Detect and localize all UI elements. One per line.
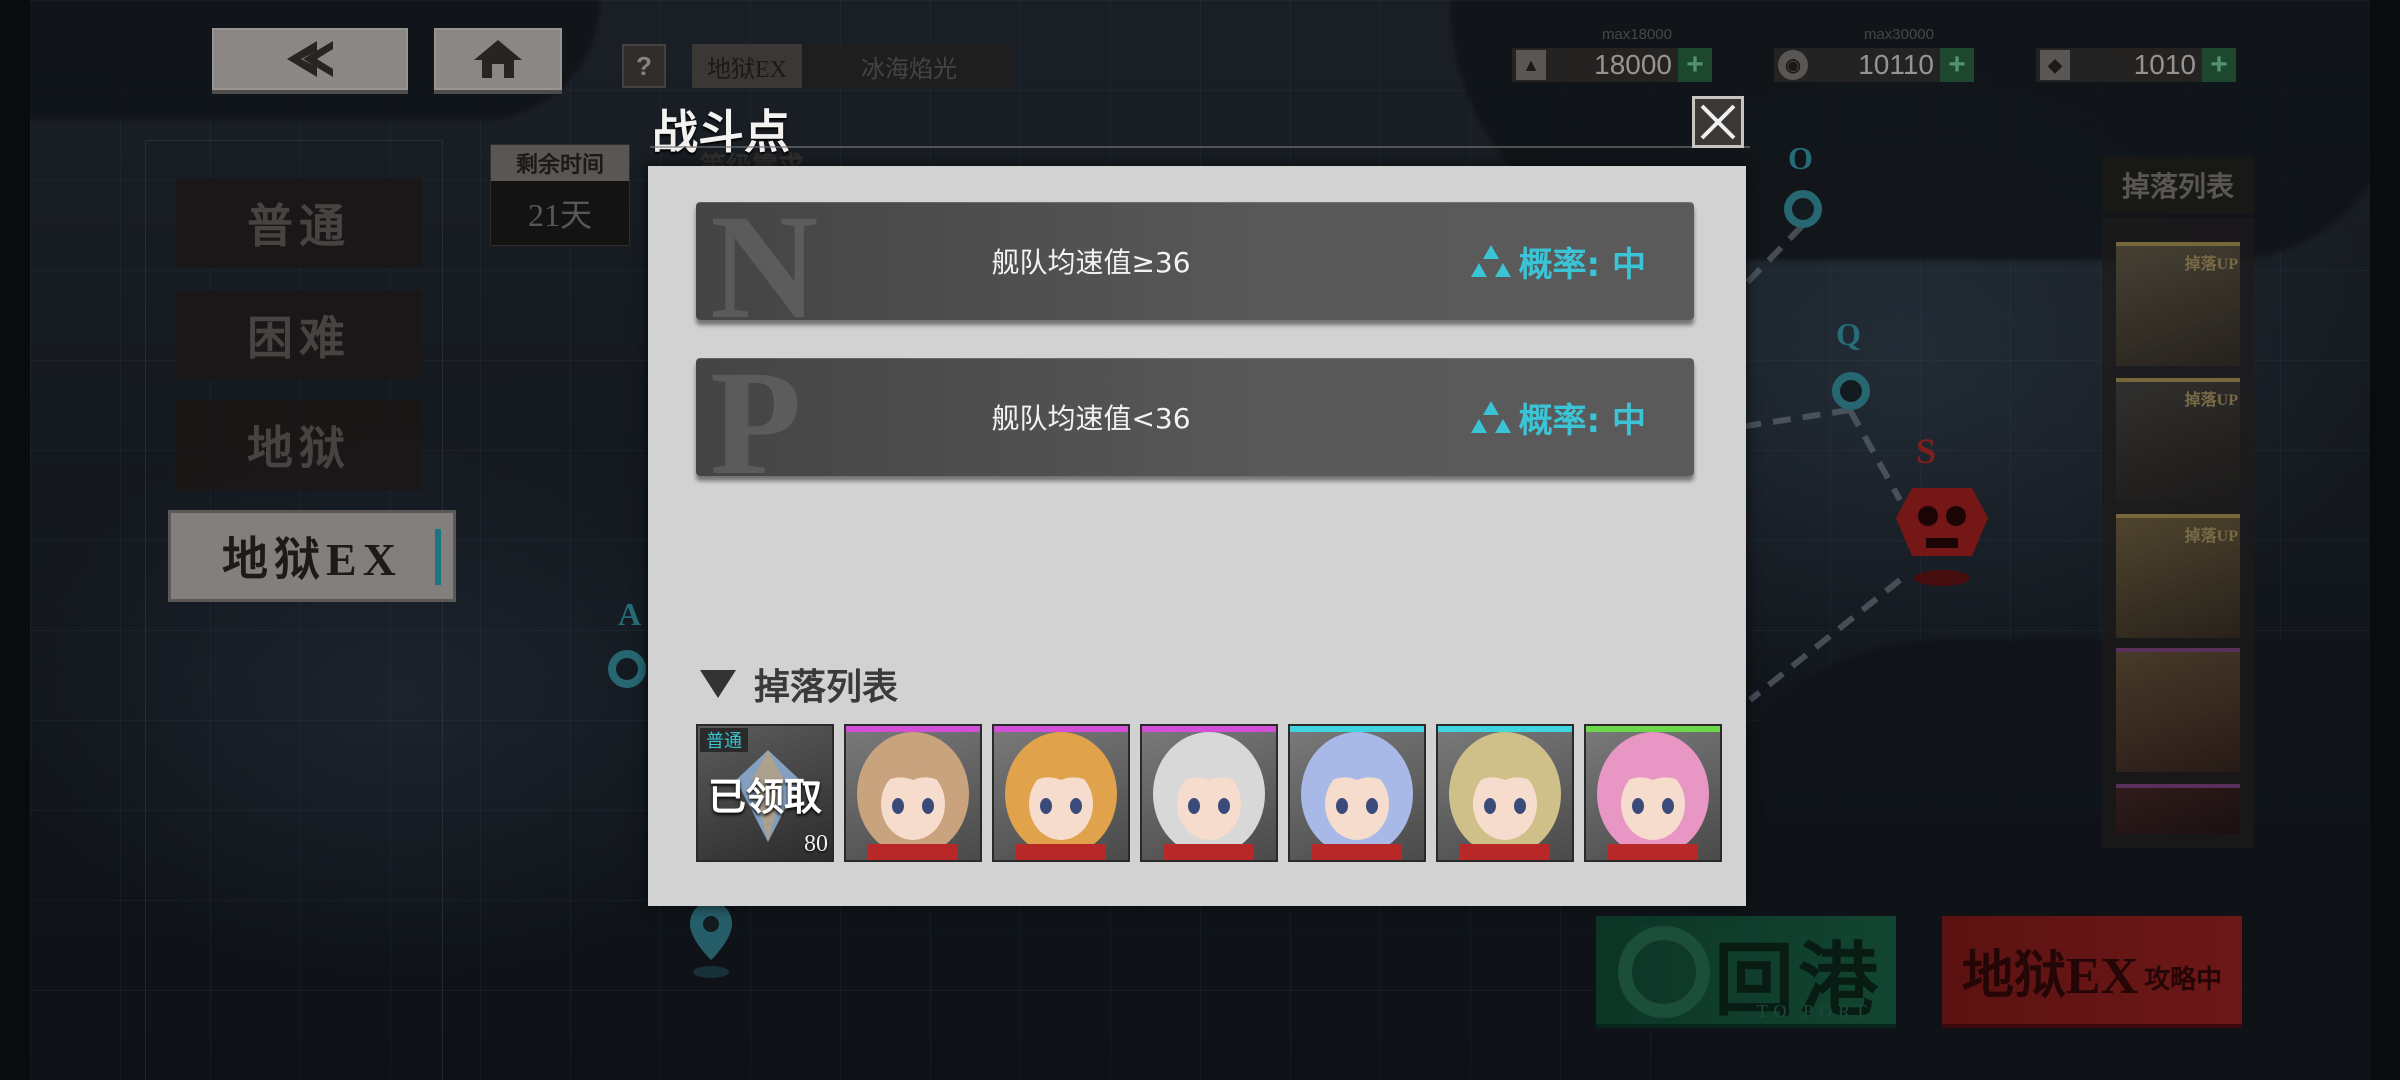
item-count: 80 bbox=[804, 831, 828, 857]
route-n: N 舰队均速值≥36 概率: 中 bbox=[696, 202, 1694, 320]
ship-portrait bbox=[1597, 732, 1709, 860]
probability-icon bbox=[1470, 245, 1511, 277]
drop-item-ship[interactable] bbox=[1140, 724, 1278, 862]
close-button[interactable] bbox=[1692, 96, 1744, 148]
route-probability: 概率: 中 bbox=[1469, 358, 1646, 476]
probability-icon bbox=[1470, 401, 1511, 433]
drop-list-header[interactable]: 掉落列表 bbox=[700, 658, 898, 710]
drop-item-ship[interactable] bbox=[1584, 724, 1722, 862]
ship-portrait bbox=[1153, 732, 1265, 860]
claimed-label: 已领取 bbox=[707, 777, 822, 819]
drop-item-ship[interactable] bbox=[1288, 724, 1426, 862]
collapse-triangle-icon bbox=[700, 670, 736, 698]
route-p: P 舰队均速值<36 概率: 中 bbox=[696, 358, 1694, 476]
drop-item-ship[interactable] bbox=[1436, 724, 1574, 862]
drop-item-gem[interactable]: 普通 已领取 80 bbox=[696, 724, 834, 862]
route-probability: 概率: 中 bbox=[1469, 202, 1646, 320]
route-condition: 舰队均速值<36 bbox=[991, 402, 1191, 435]
rarity-badge: 普通 bbox=[700, 728, 748, 752]
modal-title: 战斗点 bbox=[652, 107, 790, 158]
drop-item-ship[interactable] bbox=[844, 724, 982, 862]
ship-portrait bbox=[857, 732, 969, 860]
ship-portrait bbox=[1301, 732, 1413, 860]
probability-text: 概率: 中 bbox=[1518, 400, 1646, 441]
ship-portrait bbox=[1005, 732, 1117, 860]
probability-text: 概率: 中 bbox=[1518, 244, 1646, 285]
drop-item-ship[interactable] bbox=[992, 724, 1130, 862]
battle-point-modal: N 舰队均速值≥36 概率: 中 P 舰队均速值<36 概率: 中 掉落列表 普… bbox=[648, 166, 1746, 906]
modal-title-divider bbox=[650, 146, 1750, 148]
drop-list-title: 掉落列表 bbox=[754, 667, 899, 707]
ship-portrait bbox=[1449, 732, 1561, 860]
close-icon bbox=[1700, 104, 1736, 140]
route-condition: 舰队均速值≥36 bbox=[991, 246, 1191, 279]
